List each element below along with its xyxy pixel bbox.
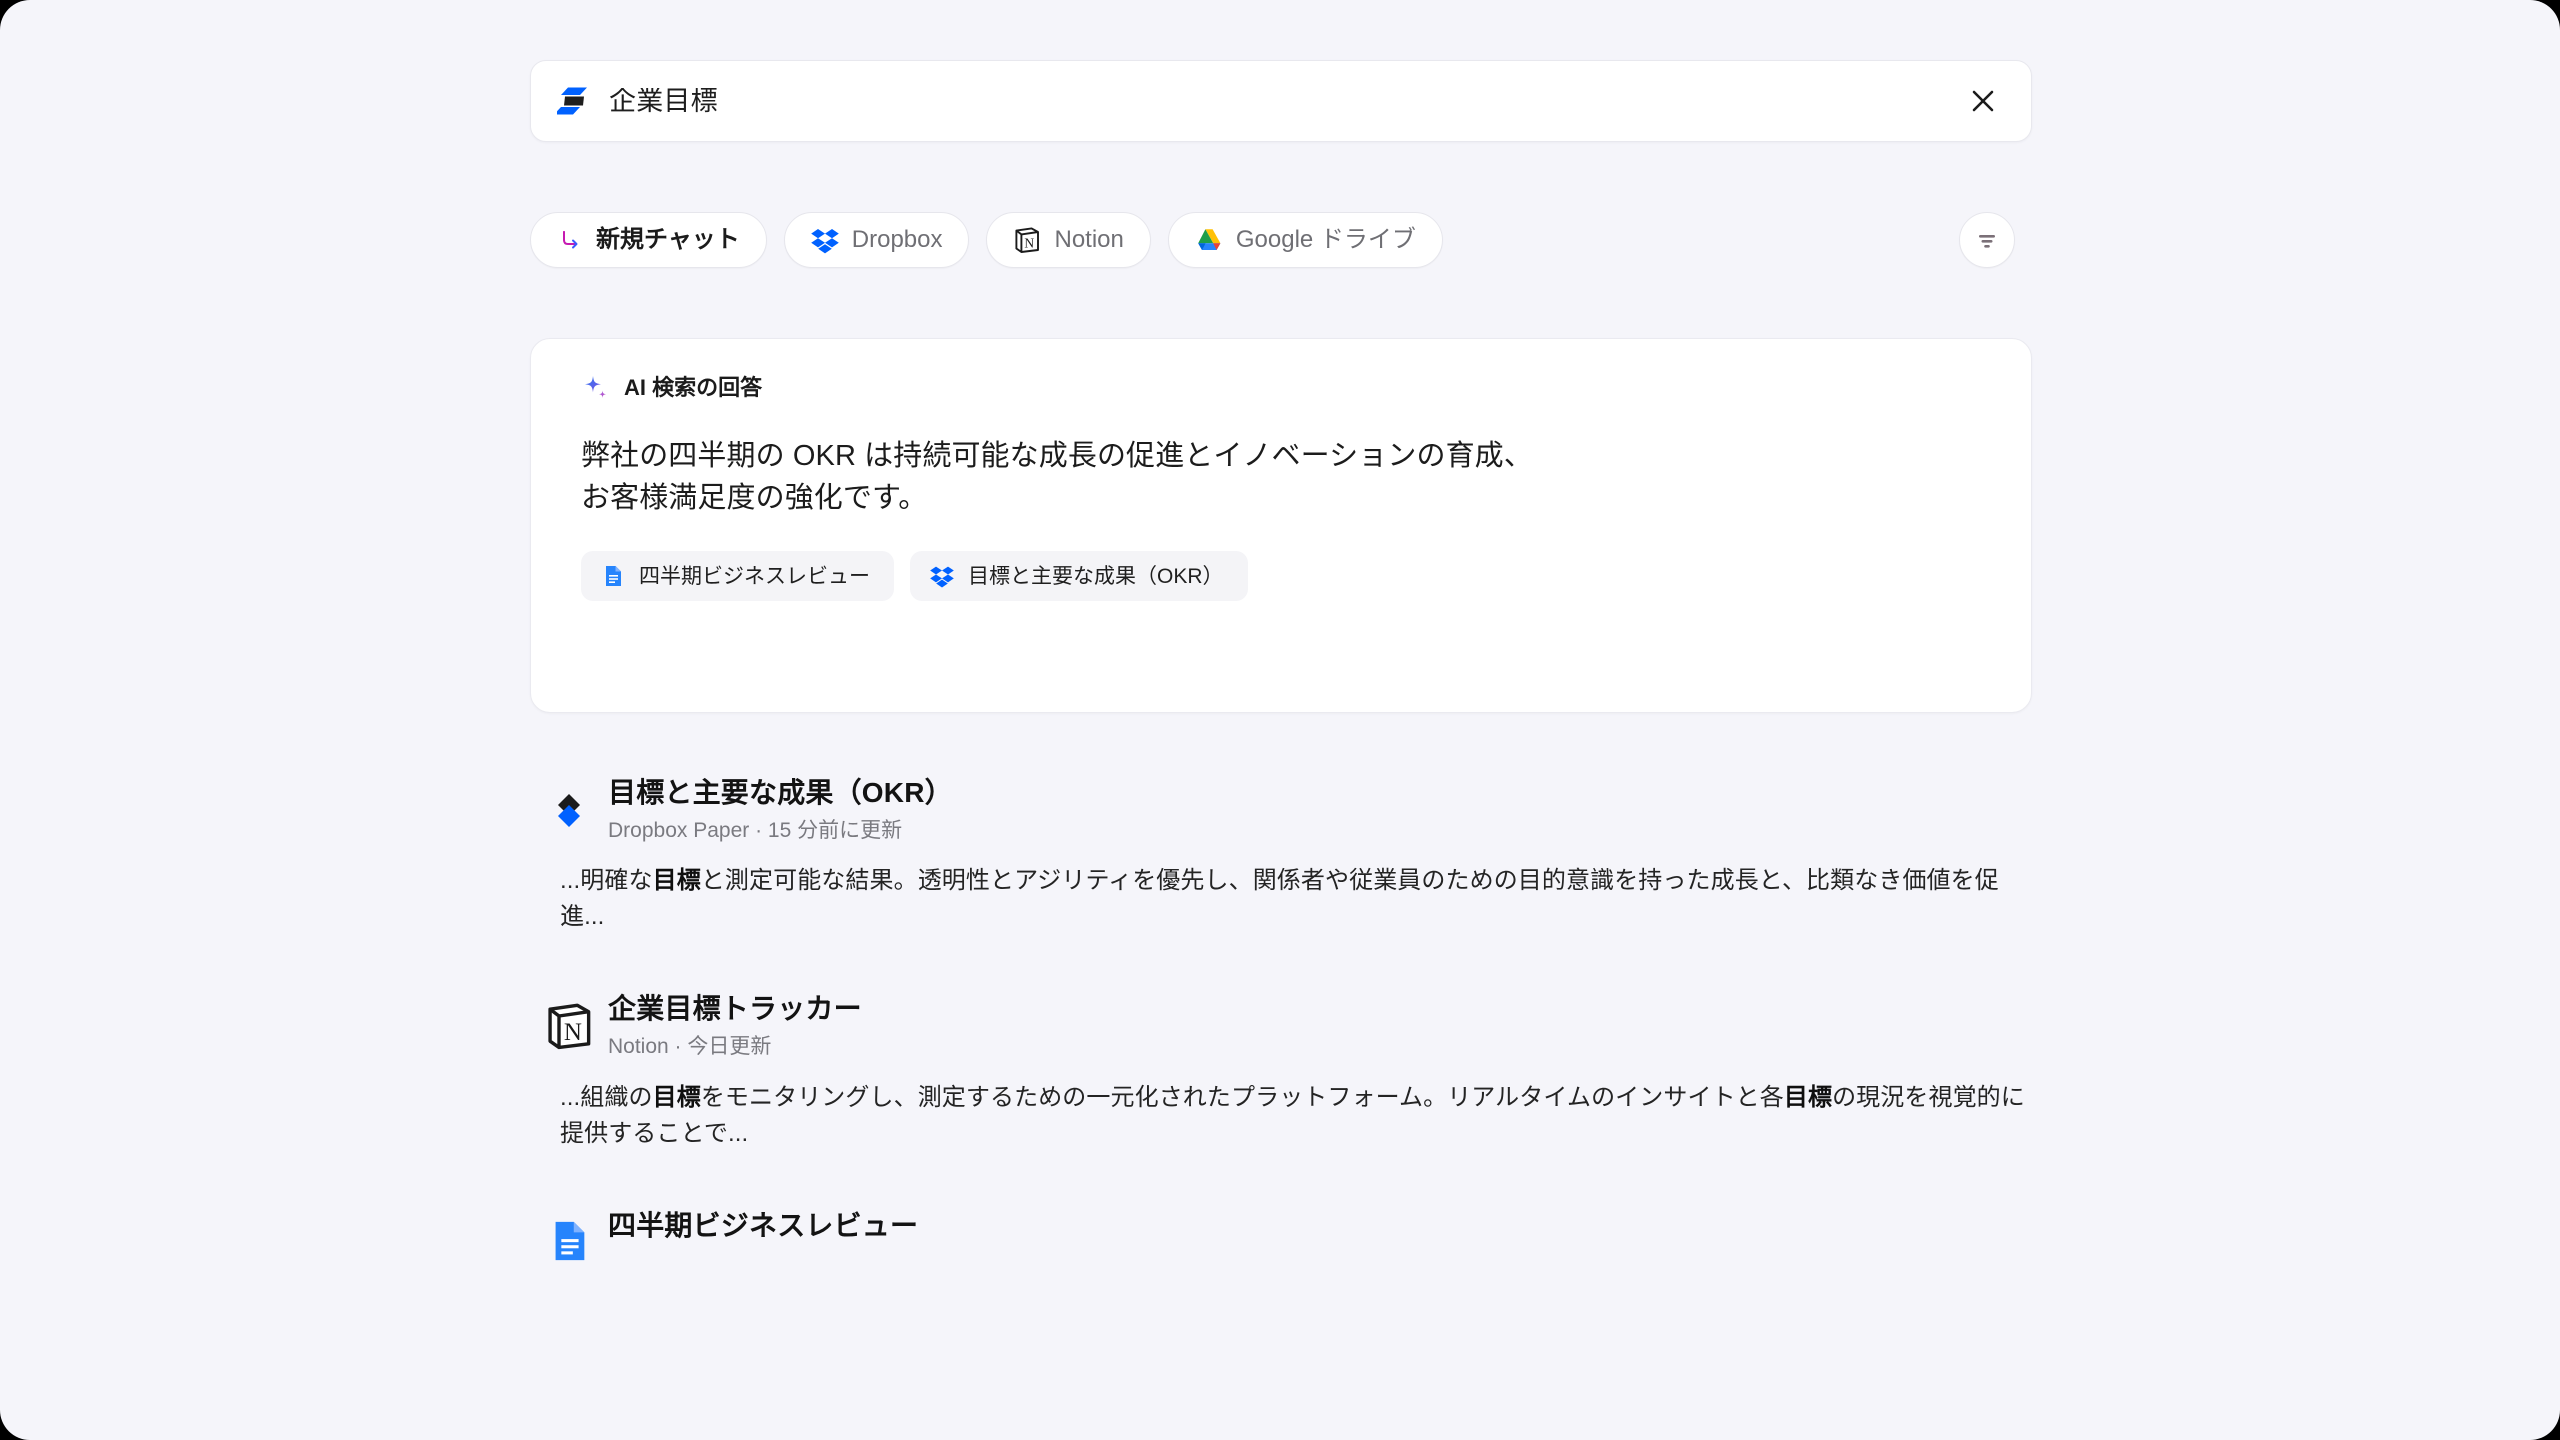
notion-icon: N xyxy=(1015,227,1040,253)
result-header: 四半期ビジネスレビュー xyxy=(530,1208,2032,1264)
ai-answer-sources: 四半期ビジネスレビュー 目標と主要な成果（OKR） xyxy=(581,551,1991,602)
svg-text:N: N xyxy=(1025,235,1035,250)
result-icon-wrap xyxy=(530,1208,608,1264)
result-icon-wrap: N xyxy=(530,991,608,1051)
search-bar[interactable]: 企業目標 xyxy=(530,60,2032,142)
chip-notion[interactable]: N Notion xyxy=(986,212,1151,268)
ai-answer-body: 弊社の四半期の OKR は持続可能な成長の促進とイノベーションの育成、 お客様満… xyxy=(581,435,1991,519)
dropbox-dash-search-overlay: 企業目標 新規チャット Dropbox N Notion Google ドライブ… xyxy=(0,0,2560,1440)
result-subtitle: Notion · 今日更新 xyxy=(608,1035,772,1059)
sparkle-icon xyxy=(585,376,606,398)
close-icon[interactable] xyxy=(1963,81,2003,121)
dropbox-icon xyxy=(810,229,839,254)
source-chip-label: 目標と主要な成果（OKR） xyxy=(968,564,1224,588)
chip-dropbox[interactable]: Dropbox xyxy=(783,212,970,268)
chip-label: Google ドライブ xyxy=(1235,226,1416,253)
chip-google-drive[interactable]: Google ドライブ xyxy=(1167,212,1443,268)
chip-label: Dropbox xyxy=(851,226,943,253)
result-snippet: ...組織の目標をモニタリングし、測定するための一元化されたプラットフォーム。リ… xyxy=(560,1083,2025,1147)
chip-label: 新規チャット xyxy=(596,226,740,253)
source-chip-label: 四半期ビジネスレビュー xyxy=(639,564,870,588)
ai-answer-header-label: AI 検索の回答 xyxy=(624,375,763,400)
filter-icon xyxy=(1979,235,1995,248)
google-docs-icon xyxy=(555,1221,585,1260)
result-meta: 企業目標トラッカー Notion · 今日更新 xyxy=(608,991,2032,1060)
result-snippet: ...明確な目標と測定可能な結果。透明性とアジリティを優先し、関係者や従業員のた… xyxy=(560,867,1999,931)
search-results-list: 目標と主要な成果（OKR） Dropbox Paper · 15 分前に更新 .… xyxy=(530,775,2032,1320)
result-header: 目標と主要な成果（OKR） Dropbox Paper · 15 分前に更新 xyxy=(530,775,2032,844)
search-input[interactable]: 企業目標 xyxy=(609,88,1963,115)
result-item[interactable]: 四半期ビジネスレビュー xyxy=(530,1208,2032,1264)
source-chip-okr[interactable]: 目標と主要な成果（OKR） xyxy=(910,551,1248,602)
result-item[interactable]: 目標と主要な成果（OKR） Dropbox Paper · 15 分前に更新 .… xyxy=(530,775,2032,935)
dropbox-icon xyxy=(930,566,954,588)
result-title: 四半期ビジネスレビュー xyxy=(608,1209,919,1241)
ai-answer-card: AI 検索の回答 弊社の四半期の OKR は持続可能な成長の促進とイノベーション… xyxy=(530,338,2032,713)
close-icon-glyph xyxy=(1972,90,1994,112)
result-subtitle: Dropbox Paper · 15 分前に更新 xyxy=(608,819,903,842)
result-item[interactable]: N 企業目標トラッカー Notion · 今日更新 ...組織の目標をモニタリン… xyxy=(530,991,2032,1151)
result-meta: 四半期ビジネスレビュー xyxy=(608,1208,2032,1250)
ai-answer-line-2: お客様満足度の強化です。 xyxy=(581,482,928,515)
ai-answer-header: AI 検索の回答 xyxy=(581,371,1991,405)
source-chip-quarterly-business-review[interactable]: 四半期ビジネスレビュー xyxy=(581,551,894,602)
filter-chip-row: 新規チャット Dropbox N Notion Google ドライブ xyxy=(530,212,2032,268)
result-icon-wrap xyxy=(530,775,608,833)
new-chat-arrow-icon xyxy=(563,231,578,249)
chip-new-chat[interactable]: 新規チャット xyxy=(530,212,767,268)
notion-icon: N xyxy=(548,1003,591,1050)
result-title: 目標と主要な成果（OKR） xyxy=(608,777,953,808)
result-title: 企業目標トラッカー xyxy=(608,993,862,1025)
svg-text:N: N xyxy=(564,1019,582,1046)
result-header: N 企業目標トラッカー Notion · 今日更新 xyxy=(530,991,2032,1060)
google-docs-icon xyxy=(606,566,621,587)
result-meta: 目標と主要な成果（OKR） Dropbox Paper · 15 分前に更新 xyxy=(608,775,2032,844)
filter-button[interactable] xyxy=(1959,212,2015,268)
dropbox-dash-logo-icon xyxy=(557,87,587,115)
chip-label: Notion xyxy=(1054,226,1124,253)
google-drive-icon xyxy=(1198,229,1221,250)
ai-answer-line-1: 弊社の四半期の OKR は持続可能な成長の促進とイノベーションの育成、 xyxy=(581,440,1533,472)
dropbox-paper-icon xyxy=(558,794,580,827)
